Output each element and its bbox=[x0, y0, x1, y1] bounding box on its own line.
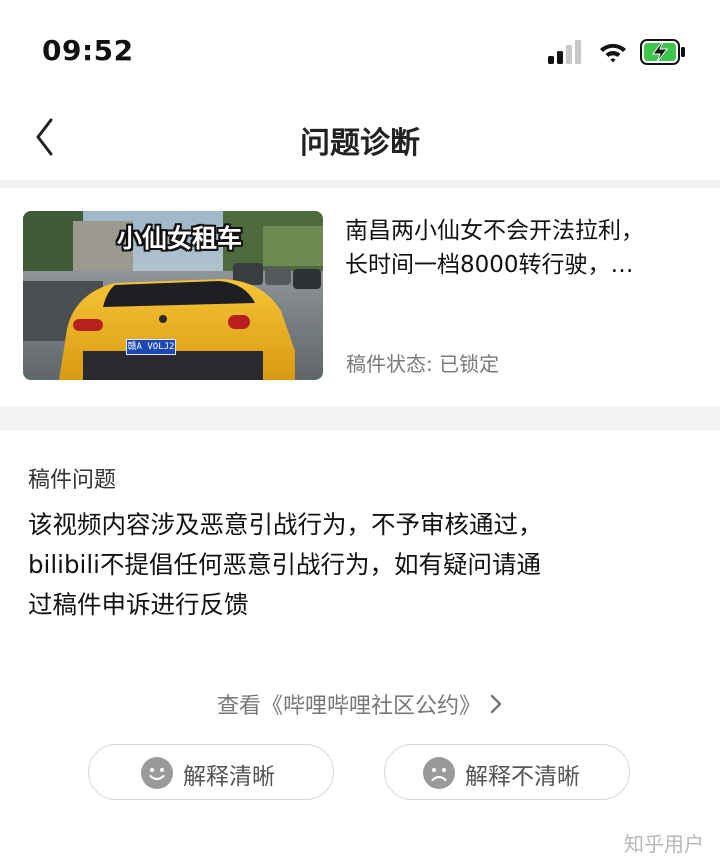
explanation-unclear-label: 解释不清晰 bbox=[465, 764, 580, 790]
community-convention-link[interactable]: 查看《哔哩哔哩社区公约》 bbox=[0, 688, 720, 721]
problem-line: 该视频内容涉及恶意引战行为，不予审核通过， bbox=[28, 510, 543, 539]
video-thumbnail[interactable]: 小仙女租车 赣A VOLJ2 bbox=[23, 211, 323, 380]
license-plate: 赣A VOLJ2 bbox=[126, 339, 176, 355]
video-title-line: 南昌两小仙女不会开法拉利， bbox=[345, 218, 644, 244]
section-divider bbox=[0, 180, 720, 188]
nav-bar: 问题诊断 bbox=[0, 100, 720, 180]
smile-face-icon bbox=[141, 757, 173, 789]
sad-face-icon bbox=[423, 757, 455, 789]
thumbnail-caption: 小仙女租车 bbox=[117, 224, 243, 253]
video-title[interactable]: 南昌两小仙女不会开法拉利， 长时间一档8000转行驶，… bbox=[345, 214, 693, 282]
explanation-clear-button[interactable]: 解释清晰 bbox=[88, 744, 334, 800]
problem-description: 该视频内容涉及恶意引战行为，不予审核通过， bilibili不提倡任何恶意引战行… bbox=[28, 505, 688, 625]
section-divider bbox=[0, 406, 720, 430]
status-bar: 09:52 bbox=[0, 0, 720, 100]
explanation-clear-label: 解释清晰 bbox=[183, 764, 275, 790]
problem-line: bilibili不提倡任何恶意引战行为，如有疑问请通 bbox=[28, 550, 541, 579]
status-time: 09:52 bbox=[42, 34, 134, 67]
manuscript-status: 稿件状态: 已锁定 bbox=[346, 352, 500, 376]
explanation-unclear-button[interactable]: 解释不清晰 bbox=[384, 744, 630, 800]
cellular-signal-icon bbox=[548, 40, 581, 64]
page-title: 问题诊断 bbox=[300, 126, 420, 161]
watermark: 知乎用户 bbox=[624, 832, 704, 856]
problem-label: 稿件问题 bbox=[28, 468, 117, 493]
wifi-icon bbox=[600, 43, 626, 63]
video-title-line: 长时间一档8000转行驶，… bbox=[345, 252, 634, 278]
battery-charging-icon bbox=[640, 39, 685, 65]
status-icons bbox=[548, 38, 698, 68]
chevron-right-icon bbox=[489, 693, 503, 721]
problem-line: 过稿件申诉进行反馈 bbox=[28, 590, 249, 619]
community-convention-label: 查看《哔哩哔哩社区公约》 bbox=[216, 694, 481, 719]
